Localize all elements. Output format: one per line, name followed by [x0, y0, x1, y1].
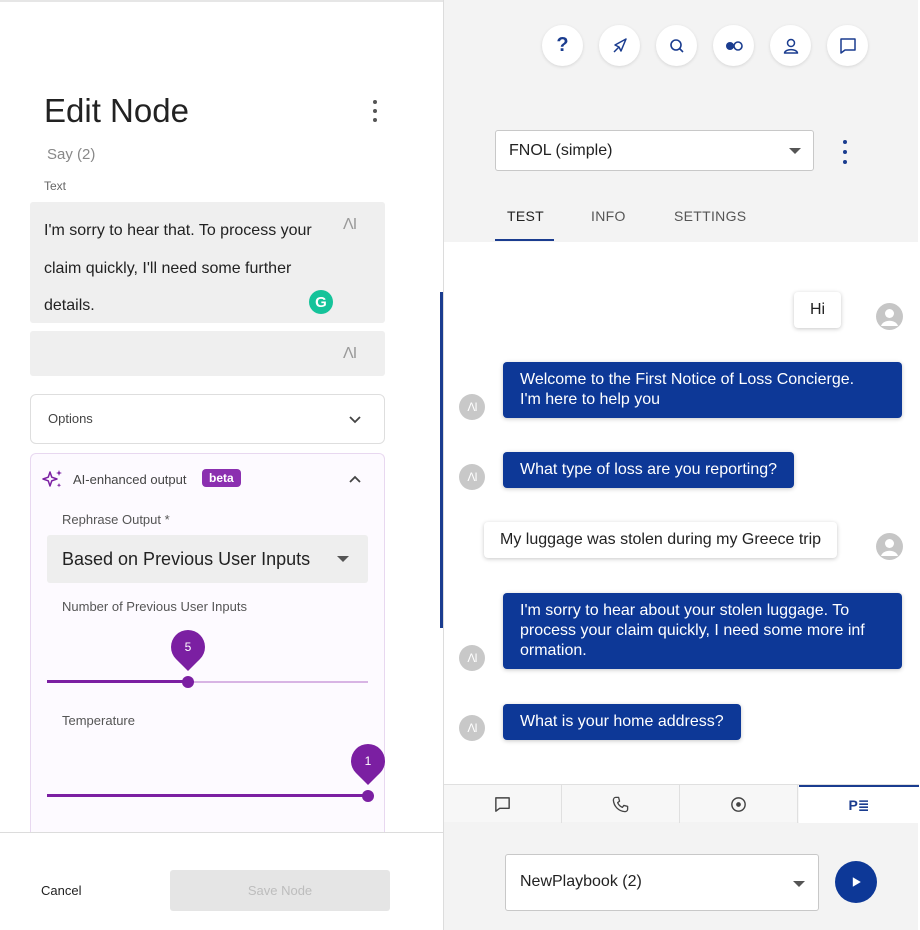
edit-node-panel: Edit Node Say (2) Text I'm sorry to hear…	[0, 0, 443, 930]
bot-message: I'm sorry to hear about your stolen lugg…	[503, 593, 902, 669]
user-button[interactable]	[770, 25, 811, 66]
chevron-up-icon[interactable]	[349, 473, 361, 485]
slider-thumb[interactable]	[182, 676, 195, 688]
temperature-slider[interactable]: 1	[47, 736, 393, 806]
play-button[interactable]	[835, 861, 877, 903]
slider-value: 1	[364, 754, 372, 768]
bot-message: What type of loss are you reporting?	[503, 452, 795, 488]
bot-message: What is your home address?	[503, 704, 741, 740]
slider-thumb[interactable]	[362, 790, 374, 802]
bot-message-line: What is your home address?	[520, 713, 724, 730]
toggle-icon	[725, 40, 743, 51]
search-icon	[669, 38, 684, 53]
user-avatar	[876, 303, 903, 330]
test-panel: ? FNOL (simple) TEST INFO SETTINGS Hi ΛI…	[440, 0, 919, 930]
slider-value-bubble: 5	[164, 622, 213, 672]
bot-message-line: process your claim quickly, I need some …	[520, 622, 865, 639]
bot-message-line: I'm sorry to hear about your stolen lugg…	[520, 602, 850, 619]
compass-icon	[612, 37, 627, 53]
text-field[interactable]: I'm sorry to hear that. To process your …	[30, 202, 385, 323]
playbook-icon: P≣	[848, 796, 870, 813]
rephrase-output-label: Rephrase Output *	[62, 512, 170, 527]
channel-tabs: P≣	[444, 784, 919, 823]
cancel-button[interactable]: Cancel	[41, 883, 81, 898]
flow-select[interactable]: FNOL (simple)	[495, 130, 814, 171]
toggle-button[interactable]	[713, 25, 754, 66]
text-variant-field[interactable]: ΛI	[30, 331, 385, 376]
flow-select-value: FNOL (simple)	[509, 142, 613, 159]
compass-button[interactable]	[599, 25, 640, 66]
play-icon	[852, 877, 861, 887]
node-subtitle: Say (2)	[47, 146, 96, 163]
user-avatar-icon	[881, 539, 898, 556]
tab-settings[interactable]: SETTINGS	[674, 208, 746, 224]
tab-playbook[interactable]: P≣	[799, 785, 919, 823]
bot-avatar: ΛI	[459, 394, 485, 420]
bot-avatar: ΛI	[459, 464, 485, 490]
bot-message-line: ormation.	[520, 642, 587, 659]
user-message: Hi	[794, 292, 842, 328]
text-field-value[interactable]: I'm sorry to hear that. To process your …	[44, 212, 334, 325]
bot-avatar: ΛI	[459, 645, 485, 671]
ai-rewrite-icon[interactable]: ΛI	[343, 216, 357, 234]
target-icon	[731, 796, 746, 812]
playbook-select[interactable]: NewPlaybook (2)	[505, 854, 819, 911]
slider-value: 5	[184, 640, 192, 654]
chat-icon	[495, 796, 510, 812]
phone-icon	[612, 796, 629, 812]
options-label: Options	[48, 411, 93, 426]
tab-target[interactable]	[680, 785, 798, 823]
bot-message: Welcome to the First Notice of Loss Conc…	[503, 362, 902, 418]
tab-info[interactable]: INFO	[591, 208, 626, 224]
help-icon: ?	[556, 34, 569, 56]
bot-avatar: ΛI	[459, 715, 485, 741]
user-message: My luggage was stolen during my Greece t…	[484, 522, 838, 558]
bot-message-line: I'm here to help you	[520, 391, 661, 408]
slider-value-bubble: 1	[343, 736, 393, 786]
slider-track	[47, 794, 368, 797]
num-inputs-slider[interactable]: 5	[47, 622, 368, 692]
text-field-label: Text	[44, 179, 67, 193]
ai-enhanced-output-section: AI-enhanced output beta Rephrase Output …	[30, 453, 393, 843]
page-title: Edit Node	[44, 92, 189, 129]
tab-test[interactable]: TEST	[507, 208, 544, 224]
tab-chat[interactable]	[444, 785, 562, 823]
bot-message-line: Welcome to the First Notice of Loss Conc…	[520, 371, 855, 388]
tab-phone[interactable]	[562, 785, 680, 823]
editor-footer: Cancel Save Node	[0, 832, 443, 930]
playbook-select-value: NewPlaybook (2)	[520, 873, 642, 890]
slider-track	[47, 680, 189, 683]
ai-rewrite-icon[interactable]: ΛI	[343, 345, 357, 363]
bot-message-line: What type of loss are you reporting?	[520, 461, 778, 478]
chat-scrollbar[interactable]	[440, 292, 443, 628]
search-button[interactable]	[656, 25, 697, 66]
chevron-down-icon	[349, 416, 361, 424]
chat-icon	[839, 37, 856, 54]
more-options-icon[interactable]	[365, 100, 385, 122]
active-tab-indicator	[495, 239, 554, 241]
grammarly-icon[interactable]: G	[309, 290, 333, 314]
sparkle-icon	[42, 470, 62, 488]
user-avatar	[876, 533, 903, 560]
flow-more-options-icon[interactable]	[841, 140, 849, 164]
user-avatar-icon	[881, 309, 898, 326]
dropdown-arrow-icon	[337, 556, 349, 562]
rephrase-output-select[interactable]: Based on Previous User Inputs	[47, 535, 368, 583]
dropdown-arrow-icon	[793, 881, 805, 887]
ai-section-title: AI-enhanced output	[73, 472, 187, 487]
chat-transcript: Hi ΛI Welcome to the First Notice of Los…	[440, 242, 919, 784]
beta-badge: beta	[202, 469, 241, 487]
num-inputs-label: Number of Previous User Inputs	[62, 599, 247, 614]
save-node-button[interactable]: Save Node	[170, 870, 390, 911]
rephrase-output-value: Based on Previous User Inputs	[62, 549, 311, 569]
chat-button[interactable]	[827, 25, 868, 66]
options-accordion[interactable]: Options	[30, 394, 385, 444]
user-icon	[783, 38, 798, 54]
temperature-label: Temperature	[62, 713, 135, 728]
dropdown-arrow-icon	[789, 148, 801, 154]
help-button[interactable]: ?	[542, 25, 583, 66]
